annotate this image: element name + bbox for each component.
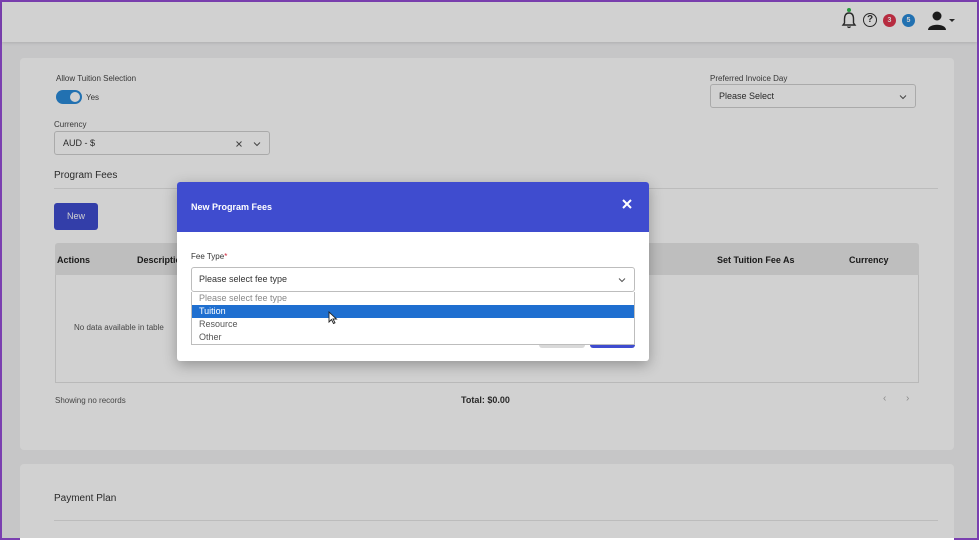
chevron-down-icon: [618, 278, 626, 283]
modal-header: New Program Fees: [177, 182, 649, 232]
fee-type-label: Fee Type*: [191, 252, 227, 261]
fee-type-option-resource[interactable]: Resource: [192, 318, 634, 331]
close-icon[interactable]: [621, 198, 633, 210]
mouse-pointer-icon: [328, 311, 338, 325]
required-mark: *: [224, 252, 228, 261]
fee-type-select[interactable]: Please select fee type: [191, 267, 635, 292]
modal-title: New Program Fees: [191, 202, 273, 212]
fee-type-label-text: Fee Type: [191, 252, 225, 261]
fee-type-option-placeholder[interactable]: Please select fee type: [192, 292, 634, 305]
fee-type-option-other[interactable]: Other: [192, 331, 634, 344]
new-program-fees-modal: New Program Fees Fee Type* Please select…: [177, 182, 649, 361]
fee-type-value: Please select fee type: [199, 274, 288, 284]
fee-type-option-tuition[interactable]: Tuition: [192, 305, 634, 318]
fee-type-dropdown-list: Please select fee type Tuition Resource …: [191, 292, 635, 345]
